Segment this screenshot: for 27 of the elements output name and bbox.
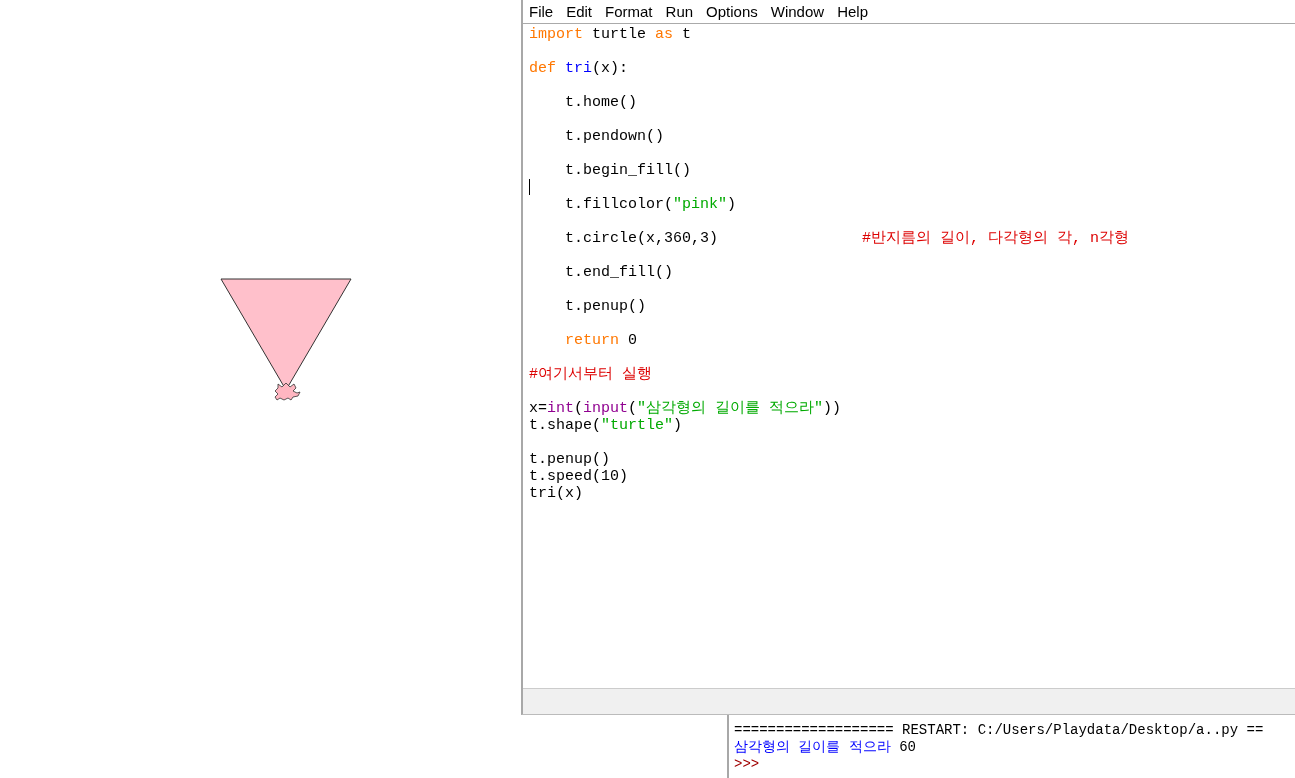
- menu-item[interactable]: Options: [706, 0, 764, 23]
- code-line: x=int(input("삼각형의 길이를 적으라")): [529, 400, 843, 417]
- code-line: t.shape("turtle"): [529, 417, 684, 434]
- code-line: def tri(x):: [529, 60, 630, 77]
- code-line: t.begin_fill(): [564, 162, 693, 179]
- code-line: t.penup(): [529, 451, 611, 468]
- code-line: tri(x): [529, 485, 584, 502]
- code-line: import turtle as t: [529, 26, 693, 43]
- text-cursor: [529, 179, 530, 195]
- menu-item[interactable]: File: [529, 0, 560, 23]
- menu-item[interactable]: Window: [770, 0, 831, 23]
- code-line: t.circle(x,360,3) #반지름의 길이, 다각형의 각, n각형: [564, 230, 1131, 247]
- shell-line: 삼각형의 길이를 적으라 60: [734, 739, 918, 756]
- code-line: t.fillcolor("pink"): [564, 196, 738, 213]
- code-line: #여기서부터 실행: [529, 366, 653, 383]
- menu-item[interactable]: Help: [837, 0, 874, 23]
- code-line: t.end_fill(): [564, 264, 675, 281]
- menu-item[interactable]: Format: [605, 0, 659, 23]
- code-line: t.speed(10): [529, 468, 630, 485]
- shell-line: =================== RESTART: C:/Users/Playdata/Desktop/a..py ==: [734, 722, 1265, 739]
- menu-item[interactable]: Run: [665, 0, 700, 23]
- code-line: t.home(): [564, 94, 639, 111]
- shell-line: >>>: [734, 756, 761, 773]
- code-line: t.penup(): [564, 298, 648, 315]
- code-line: t.pendown(): [564, 128, 666, 145]
- menu-item[interactable]: Edit: [566, 0, 599, 23]
- code-line: return 0: [564, 332, 639, 349]
